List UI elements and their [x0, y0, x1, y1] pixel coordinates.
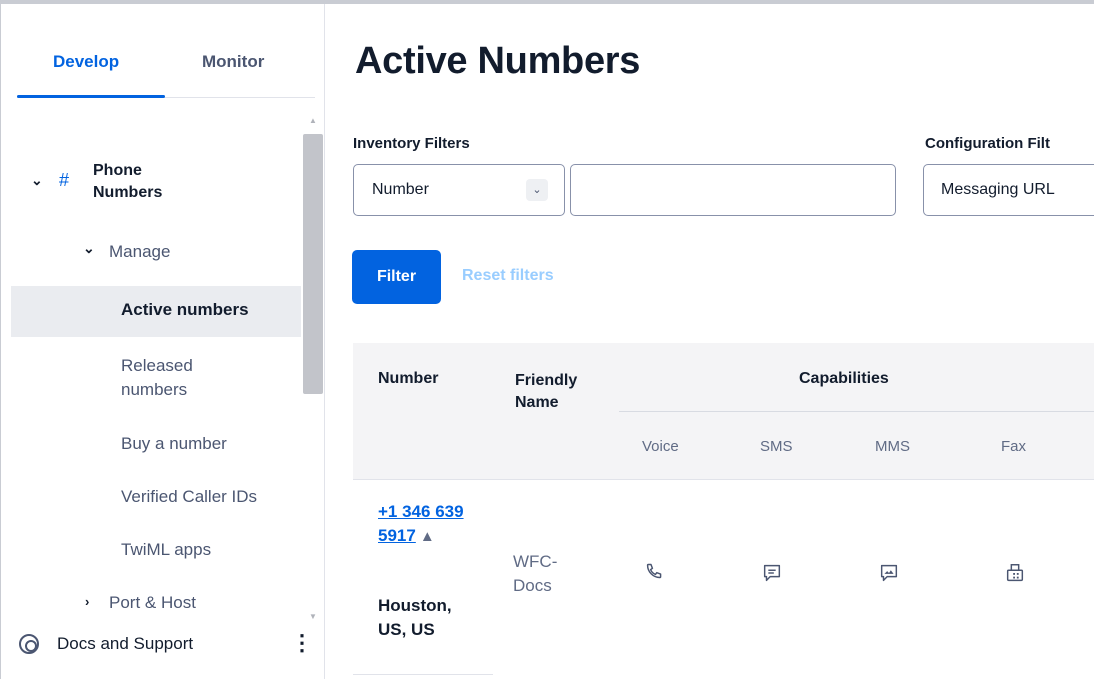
sidebar-item-buy-a-number[interactable]: Buy a number	[121, 434, 227, 454]
configuration-filters-label: Configuration Filt	[925, 135, 1050, 152]
scroll-down-arrow-icon[interactable]: ▼	[309, 612, 317, 621]
column-header-friendly-name: Friendly Name	[515, 372, 578, 412]
capabilities-divider	[619, 411, 1094, 412]
lifebuoy-icon	[19, 634, 39, 654]
main-top-divider	[325, 0, 1094, 4]
warning-triangle-icon: ▲	[419, 527, 435, 545]
table-header: Number Friendly Name Capabilities Voice …	[353, 343, 1094, 480]
inventory-filter-selected-value: Number	[372, 181, 429, 198]
sidebar: Develop Monitor ▲ ▼ ⌄ # Phone Numbers ⌄ …	[0, 0, 326, 679]
sidebar-item-verified-caller-ids[interactable]: Verified Caller IDs	[121, 487, 257, 507]
sidebar-item-released-numbers[interactable]: Released numbers	[121, 354, 231, 402]
sidebar-scroll-thumb[interactable]	[303, 134, 323, 394]
column-header-sms: SMS	[760, 438, 793, 455]
sidebar-section-phone-numbers[interactable]: ⌄ # Phone Numbers	[27, 158, 297, 212]
column-header-capabilities: Capabilities	[799, 370, 889, 387]
phone-number-location: Houston, US, US	[378, 596, 452, 639]
configuration-filter-select[interactable]: Messaging URL	[923, 164, 1094, 216]
voice-icon	[646, 563, 662, 579]
chevron-down-icon: ⌄	[31, 172, 43, 188]
chevron-right-icon[interactable]: ›	[85, 594, 89, 609]
scroll-up-arrow-icon[interactable]: ▲	[309, 116, 317, 125]
chevron-down-icon: ⌄	[526, 179, 548, 201]
chevron-down-icon[interactable]: ⌄	[83, 240, 95, 257]
configuration-filter-selected-value: Messaging URL	[941, 181, 1055, 198]
sidebar-top-divider	[1, 0, 326, 4]
column-header-fax: Fax	[1001, 438, 1027, 455]
fax-icon	[1006, 564, 1024, 582]
main-content: Active Numbers Inventory Filters Configu…	[325, 0, 1094, 679]
table-row: +1 346 639 5917 ▲ Houston, US, US WFC-Doc…	[353, 480, 1094, 679]
sidebar-item-active-numbers[interactable]: Active numbers	[11, 286, 301, 337]
inventory-filters-label: Inventory Filters	[353, 135, 470, 152]
column-header-number[interactable]: Number	[378, 370, 438, 388]
kebab-menu-icon[interactable]: ⋮	[291, 632, 313, 654]
row-divider	[353, 674, 493, 675]
active-tab-indicator	[17, 95, 165, 98]
sms-icon	[763, 564, 781, 582]
docs-and-support[interactable]: Docs and Support ⋮	[19, 630, 313, 664]
sidebar-item-port-host[interactable]: Port & Host	[109, 593, 196, 613]
sidebar-item-label: Active numbers	[121, 300, 249, 319]
hash-icon: #	[59, 170, 70, 190]
phone-number-link[interactable]: +1 346 639 5917 ▲	[378, 500, 468, 548]
sidebar-tabs: Develop Monitor	[17, 40, 315, 98]
column-header-voice: Voice	[642, 438, 679, 455]
sidebar-item-manage[interactable]: Manage	[109, 242, 170, 262]
inventory-filter-input[interactable]	[570, 164, 896, 216]
inventory-filter-select[interactable]: Number ⌄	[353, 164, 565, 216]
sidebar-section-label: Phone Numbers	[93, 162, 163, 201]
docs-and-support-label: Docs and Support	[57, 634, 194, 653]
tab-monitor[interactable]: Monitor	[202, 52, 264, 72]
filter-button[interactable]: Filter	[352, 250, 441, 304]
mms-icon	[880, 564, 898, 582]
reset-filters-button[interactable]: Reset filters	[462, 267, 554, 285]
friendly-name: WFC-Docs	[513, 552, 558, 595]
column-header-mms: MMS	[875, 438, 910, 455]
tab-develop[interactable]: Develop	[53, 52, 119, 72]
sidebar-item-twiml-apps[interactable]: TwiML apps	[121, 540, 211, 560]
page-title: Active Numbers	[355, 40, 641, 82]
